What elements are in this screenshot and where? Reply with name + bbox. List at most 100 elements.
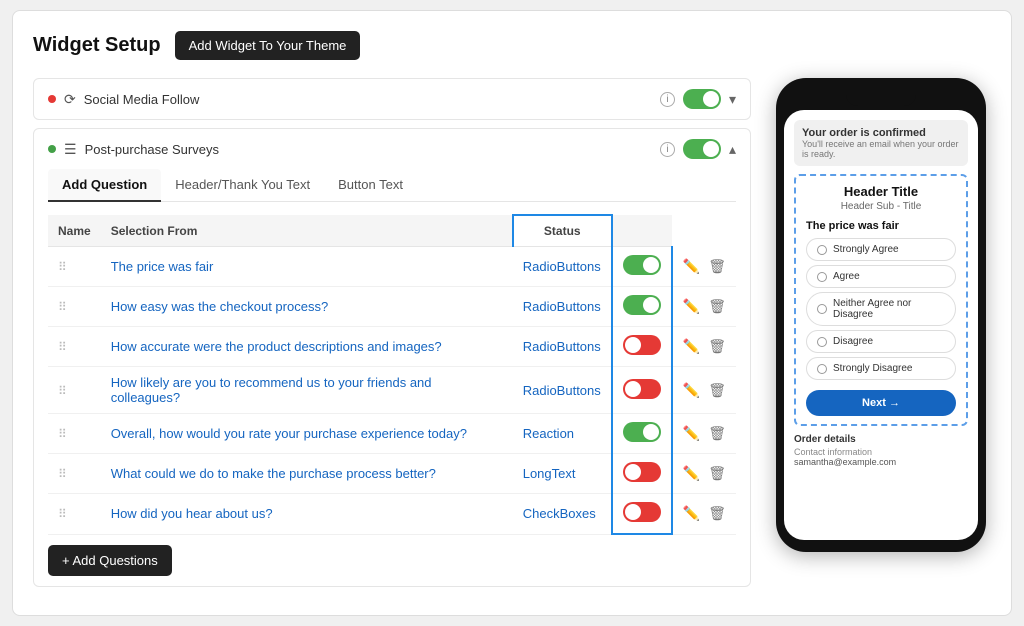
delete-icon[interactable]: 🗑 (708, 258, 726, 275)
selection-type: RadioButtons (523, 259, 601, 274)
add-questions-button[interactable]: + Add Questions (48, 545, 172, 576)
drag-handle[interactable]: ⠿ (58, 427, 67, 441)
radio-label: Disagree (833, 336, 873, 347)
drag-handle[interactable]: ⠿ (58, 300, 67, 314)
edit-icon[interactable]: ✏️ (683, 298, 700, 315)
survey-icon: ☰ (64, 141, 77, 158)
radio-label: Agree (833, 271, 860, 282)
page-header: Widget Setup Add Widget To Your Theme (33, 31, 991, 60)
question-name-link[interactable]: How easy was the checkout process? (111, 299, 329, 314)
radio-option[interactable]: Strongly Agree (806, 238, 956, 261)
question-name-link[interactable]: How did you hear about us? (111, 506, 273, 521)
question-status-toggle[interactable] (623, 502, 661, 522)
social-media-label: Social Media Follow (84, 92, 652, 107)
tab-add-question[interactable]: Add Question (48, 169, 161, 202)
edit-icon[interactable]: ✏️ (683, 505, 700, 522)
add-widget-button[interactable]: Add Widget To Your Theme (175, 31, 361, 60)
survey-header: ☰ Post-purchase Surveys i ▴ (34, 129, 750, 169)
phone-notch (846, 90, 916, 106)
drag-handle[interactable]: ⠿ (58, 340, 67, 354)
edit-icon[interactable]: ✏️ (683, 465, 700, 482)
question-name-link[interactable]: How likely are you to recommend us to yo… (111, 375, 432, 405)
delete-icon[interactable]: 🗑 (708, 465, 726, 482)
delete-icon[interactable]: 🗑 (708, 298, 726, 315)
drag-handle[interactable]: ⠿ (58, 384, 67, 398)
question-status-toggle[interactable] (623, 255, 661, 275)
status-dot-green (48, 145, 56, 153)
survey-chevron[interactable]: ▴ (729, 141, 736, 158)
drag-handle[interactable]: ⠿ (58, 467, 67, 481)
status-dot-red (48, 95, 56, 103)
question-name-link[interactable]: The price was fair (111, 259, 214, 274)
drag-handle[interactable]: ⠿ (58, 507, 67, 521)
phone-mockup: Your order is confirmed You'll receive a… (776, 78, 986, 552)
survey-preview-question: The price was fair (806, 220, 956, 232)
tab-header-text[interactable]: Header/Thank You Text (161, 169, 324, 202)
col-name: Name (48, 215, 101, 247)
question-name-link[interactable]: How accurate were the product descriptio… (111, 339, 442, 354)
survey-toggle[interactable] (683, 139, 721, 159)
order-confirmed-bar: Your order is confirmed You'll receive a… (794, 120, 968, 166)
order-confirmed-sub: You'll receive an email when your order … (802, 139, 960, 159)
question-status-toggle[interactable] (623, 379, 661, 399)
question-status-toggle[interactable] (623, 462, 661, 482)
question-status-toggle[interactable] (623, 422, 661, 442)
selection-type: Reaction (523, 426, 574, 441)
radio-option[interactable]: Agree (806, 265, 956, 288)
social-media-follow-row: ⟳ Social Media Follow i ▾ (33, 78, 751, 120)
radio-circle (817, 272, 827, 282)
survey-preview-title: Header Title (806, 184, 956, 199)
radio-circle (817, 337, 827, 347)
social-icon: ⟳ (64, 91, 76, 108)
edit-icon[interactable]: ✏️ (683, 338, 700, 355)
delete-icon[interactable]: 🗑 (708, 338, 726, 355)
delete-icon[interactable]: 🗑 (708, 425, 726, 442)
social-media-header: ⟳ Social Media Follow i ▾ (34, 79, 750, 119)
tab-button-text[interactable]: Button Text (324, 169, 417, 202)
radio-circle (817, 364, 827, 374)
contact-value: samantha@example.com (794, 457, 968, 467)
radio-label: Neither Agree nor Disagree (833, 298, 945, 320)
col-actions (612, 215, 672, 247)
delete-icon[interactable]: 🗑 (708, 505, 726, 522)
info-icon-survey[interactable]: i (660, 142, 675, 157)
social-chevron[interactable]: ▾ (729, 91, 736, 108)
widget-setup-container: Widget Setup Add Widget To Your Theme ⟳ … (12, 10, 1012, 616)
question-name-link[interactable]: Overall, how would you rate your purchas… (111, 426, 467, 441)
questions-table: Name Selection From Status ⠿ The price wa… (48, 214, 736, 535)
drag-handle[interactable]: ⠿ (58, 260, 67, 274)
col-selection: Selection From (101, 215, 513, 247)
question-name-link[interactable]: What could we do to make the purchase pr… (111, 466, 436, 481)
phone-screen: Your order is confirmed You'll receive a… (784, 110, 978, 540)
next-button[interactable]: Next → (806, 390, 956, 416)
left-panel: ⟳ Social Media Follow i ▾ ☰ Post-pur (33, 78, 751, 595)
selection-type: CheckBoxes (523, 506, 596, 521)
order-confirmed-title: Your order is confirmed (802, 127, 960, 139)
selection-type: LongText (523, 466, 576, 481)
radio-circle (817, 304, 827, 314)
question-status-toggle[interactable] (623, 295, 661, 315)
edit-icon[interactable]: ✏️ (683, 258, 700, 275)
col-status: Status (513, 215, 612, 247)
info-icon-social[interactable]: i (660, 92, 675, 107)
contact-label: Contact information (794, 447, 968, 457)
selection-type: RadioButtons (523, 339, 601, 354)
radio-option[interactable]: Neither Agree nor Disagree (806, 292, 956, 326)
edit-icon[interactable]: ✏️ (683, 382, 700, 399)
selection-type: RadioButtons (523, 299, 601, 314)
radio-circle (817, 245, 827, 255)
right-panel: Your order is confirmed You'll receive a… (771, 78, 991, 595)
edit-icon[interactable]: ✏️ (683, 425, 700, 442)
radio-label: Strongly Disagree (833, 363, 912, 374)
post-purchase-surveys-row: ☰ Post-purchase Surveys i ▴ Add Question (33, 128, 751, 587)
radio-options: Strongly Agree Agree Neither Agree nor D… (806, 238, 956, 380)
question-status-toggle[interactable] (623, 335, 661, 355)
selection-type: RadioButtons (523, 383, 601, 398)
survey-expanded-content: Add Question Header/Thank You Text Butto… (34, 169, 750, 586)
social-media-toggle[interactable] (683, 89, 721, 109)
delete-icon[interactable]: 🗑 (708, 382, 726, 399)
radio-option[interactable]: Strongly Disagree (806, 357, 956, 380)
radio-option[interactable]: Disagree (806, 330, 956, 353)
survey-preview-sub: Header Sub - Title (806, 201, 956, 212)
survey-tabs: Add Question Header/Thank You Text Butto… (48, 169, 736, 202)
